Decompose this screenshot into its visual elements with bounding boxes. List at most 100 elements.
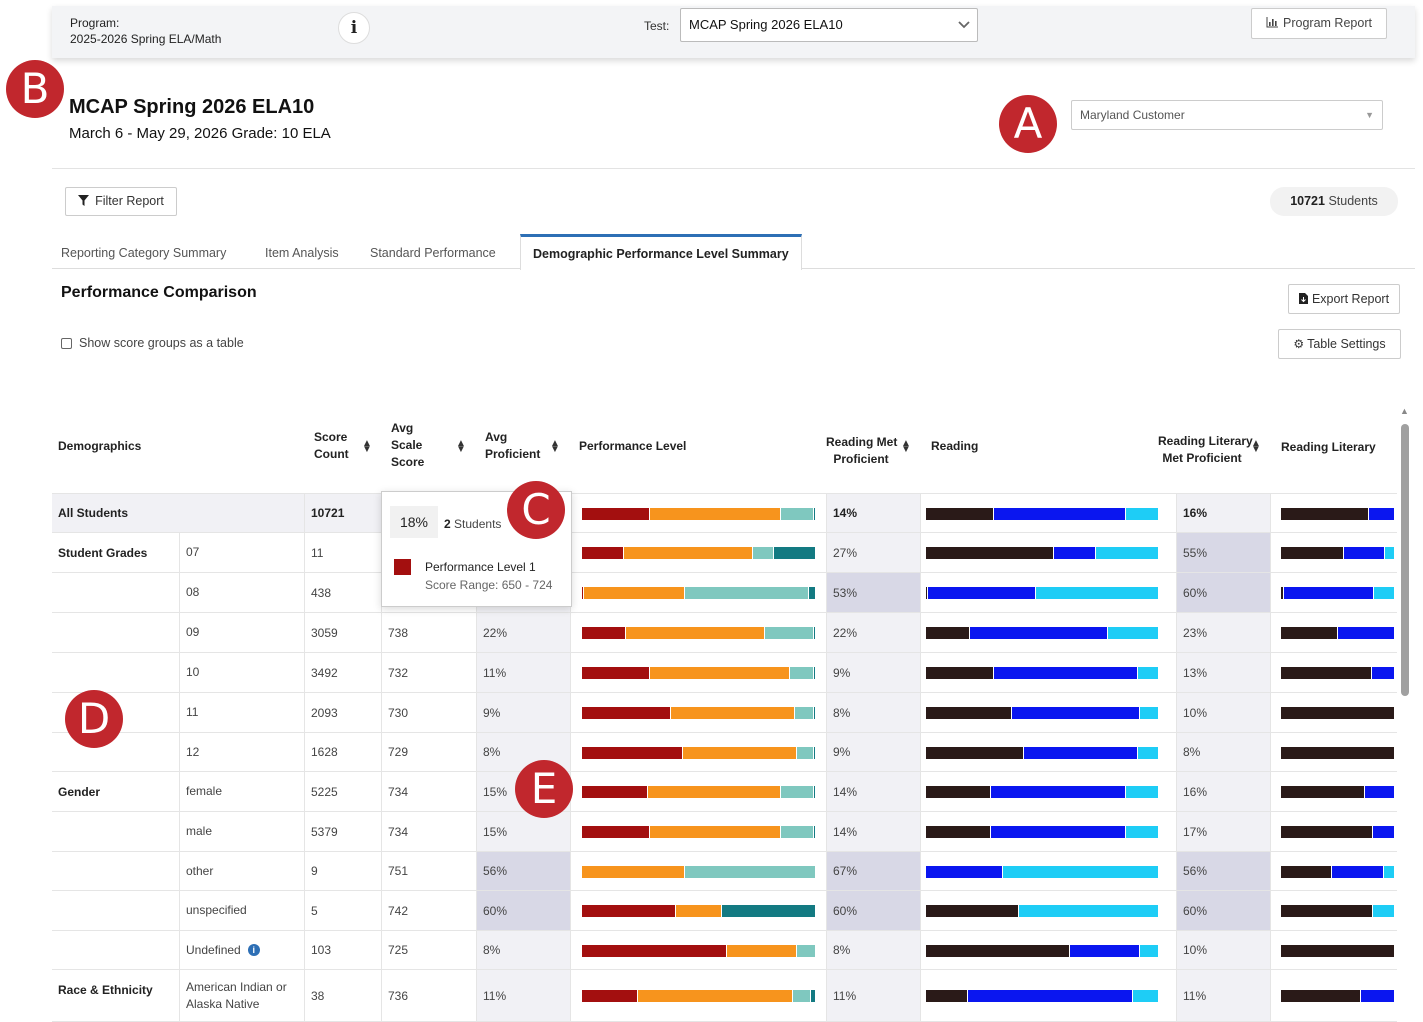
- program-report-button[interactable]: Program Report: [1251, 8, 1387, 39]
- reading-segment[interactable]: [967, 990, 1134, 1002]
- performance-level-bar[interactable]: [582, 990, 816, 1002]
- reading-literary-cell[interactable]: [1270, 772, 1397, 811]
- performance-level-segment[interactable]: [722, 905, 816, 917]
- reading-segment[interactable]: [991, 786, 1127, 798]
- reading-literary-bar[interactable]: [1281, 508, 1395, 520]
- reading-literary-cell[interactable]: [1270, 613, 1397, 652]
- performance-level-segment[interactable]: [684, 866, 816, 878]
- reading-literary-bar[interactable]: [1281, 547, 1395, 559]
- reading-literary-cell[interactable]: [1270, 891, 1397, 930]
- reading-segment[interactable]: [928, 587, 1036, 599]
- reading-segment[interactable]: [926, 866, 1003, 878]
- reading-literary-segment[interactable]: [1374, 587, 1395, 599]
- performance-level-cell[interactable]: [570, 494, 826, 532]
- performance-level-bar[interactable]: [582, 587, 816, 599]
- performance-level-segment[interactable]: [624, 547, 753, 559]
- reading-literary-segment[interactable]: [1281, 866, 1333, 878]
- performance-level-bar[interactable]: [582, 866, 816, 878]
- performance-level-segment[interactable]: [582, 707, 671, 719]
- reading-literary-bar[interactable]: [1281, 905, 1395, 917]
- reading-cell[interactable]: [920, 812, 1176, 851]
- reading-literary-segment[interactable]: [1281, 627, 1338, 639]
- performance-level-bar[interactable]: [582, 667, 816, 679]
- sort-icon[interactable]: ▲ ▼: [456, 439, 466, 455]
- reading-literary-segment[interactable]: [1281, 786, 1366, 798]
- performance-level-segment[interactable]: [670, 707, 795, 719]
- reading-literary-bar[interactable]: [1281, 707, 1395, 719]
- score-groups-toggle[interactable]: Show score groups as a table: [61, 336, 244, 350]
- performance-level-bar[interactable]: [582, 627, 816, 639]
- customer-select[interactable]: Maryland Customer ▼: [1071, 100, 1383, 130]
- reading-segment[interactable]: [926, 547, 1055, 559]
- performance-level-segment[interactable]: [794, 707, 814, 719]
- reading-literary-segment[interactable]: [1281, 707, 1395, 719]
- performance-level-segment[interactable]: [813, 826, 816, 838]
- performance-level-cell[interactable]: [570, 693, 826, 732]
- performance-level-segment[interactable]: [790, 667, 814, 679]
- reading-literary-bar[interactable]: [1281, 826, 1395, 838]
- sort-icon[interactable]: ▲ ▼: [550, 439, 560, 455]
- reading-segment[interactable]: [1023, 747, 1139, 759]
- performance-level-segment[interactable]: [764, 627, 814, 639]
- reading-segment[interactable]: [926, 508, 994, 520]
- reading-literary-segment[interactable]: [1373, 826, 1395, 838]
- reading-segment[interactable]: [993, 508, 1127, 520]
- performance-level-segment[interactable]: [813, 707, 816, 719]
- reading-cell[interactable]: [920, 931, 1176, 969]
- export-report-button[interactable]: Export Report: [1288, 284, 1400, 314]
- performance-level-cell[interactable]: [570, 533, 826, 572]
- reading-literary-segment[interactable]: [1365, 786, 1395, 798]
- reading-literary-cell[interactable]: [1270, 533, 1397, 572]
- test-select[interactable]: MCAP Spring 2026 ELA10: [680, 8, 978, 42]
- performance-level-segment[interactable]: [675, 905, 723, 917]
- reading-segment[interactable]: [993, 667, 1139, 679]
- info-icon[interactable]: i: [338, 12, 370, 44]
- reading-bar[interactable]: [926, 547, 1159, 559]
- reading-segment[interactable]: [926, 667, 994, 679]
- reading-segment[interactable]: [991, 826, 1127, 838]
- reading-literary-bar[interactable]: [1281, 667, 1395, 679]
- reading-bar[interactable]: [926, 866, 1159, 878]
- reading-literary-cell[interactable]: [1270, 931, 1397, 969]
- info-icon[interactable]: i: [247, 944, 260, 956]
- performance-level-segment[interactable]: [780, 826, 814, 838]
- performance-level-cell[interactable]: [570, 653, 826, 692]
- performance-level-bar[interactable]: [582, 905, 816, 917]
- performance-level-segment[interactable]: [811, 990, 816, 1002]
- reading-cell[interactable]: [920, 573, 1176, 612]
- performance-level-segment[interactable]: [727, 945, 798, 957]
- col-avg-scale-score[interactable]: Avg Scale Score: [391, 420, 424, 471]
- reading-literary-cell[interactable]: [1270, 733, 1397, 771]
- reading-literary-bar[interactable]: [1281, 945, 1395, 957]
- performance-level-segment[interactable]: [797, 945, 816, 957]
- performance-level-bar[interactable]: [582, 786, 816, 798]
- reading-segment[interactable]: [1138, 667, 1159, 679]
- reading-bar[interactable]: [926, 667, 1159, 679]
- checkbox[interactable]: [61, 338, 72, 350]
- reading-segment[interactable]: [1126, 786, 1159, 798]
- reading-literary-segment[interactable]: [1281, 667, 1373, 679]
- performance-level-bar[interactable]: [582, 945, 816, 957]
- reading-literary-cell[interactable]: [1270, 693, 1397, 732]
- tab-item-analysis[interactable]: Item Analysis: [265, 234, 339, 269]
- filter-report-button[interactable]: Filter Report: [65, 187, 177, 216]
- performance-level-segment[interactable]: [582, 905, 676, 917]
- performance-level-segment[interactable]: [647, 786, 781, 798]
- performance-level-segment[interactable]: [813, 786, 816, 798]
- performance-level-segment[interactable]: [682, 747, 798, 759]
- reading-literary-segment[interactable]: [1281, 547, 1344, 559]
- performance-level-segment[interactable]: [792, 990, 812, 1002]
- reading-segment[interactable]: [1070, 945, 1141, 957]
- reading-literary-segment[interactable]: [1373, 905, 1395, 917]
- reading-bar[interactable]: [926, 587, 1159, 599]
- col-avg-proficient[interactable]: Avg Proficient: [485, 429, 540, 463]
- reading-segment[interactable]: [1126, 826, 1159, 838]
- reading-segment[interactable]: [1096, 547, 1159, 559]
- performance-level-segment[interactable]: [649, 667, 791, 679]
- reading-literary-segment[interactable]: [1383, 866, 1395, 878]
- reading-literary-segment[interactable]: [1281, 747, 1395, 759]
- performance-level-segment[interactable]: [582, 945, 728, 957]
- reading-literary-segment[interactable]: [1281, 508, 1369, 520]
- reading-segment[interactable]: [926, 826, 992, 838]
- reading-cell[interactable]: [920, 533, 1176, 572]
